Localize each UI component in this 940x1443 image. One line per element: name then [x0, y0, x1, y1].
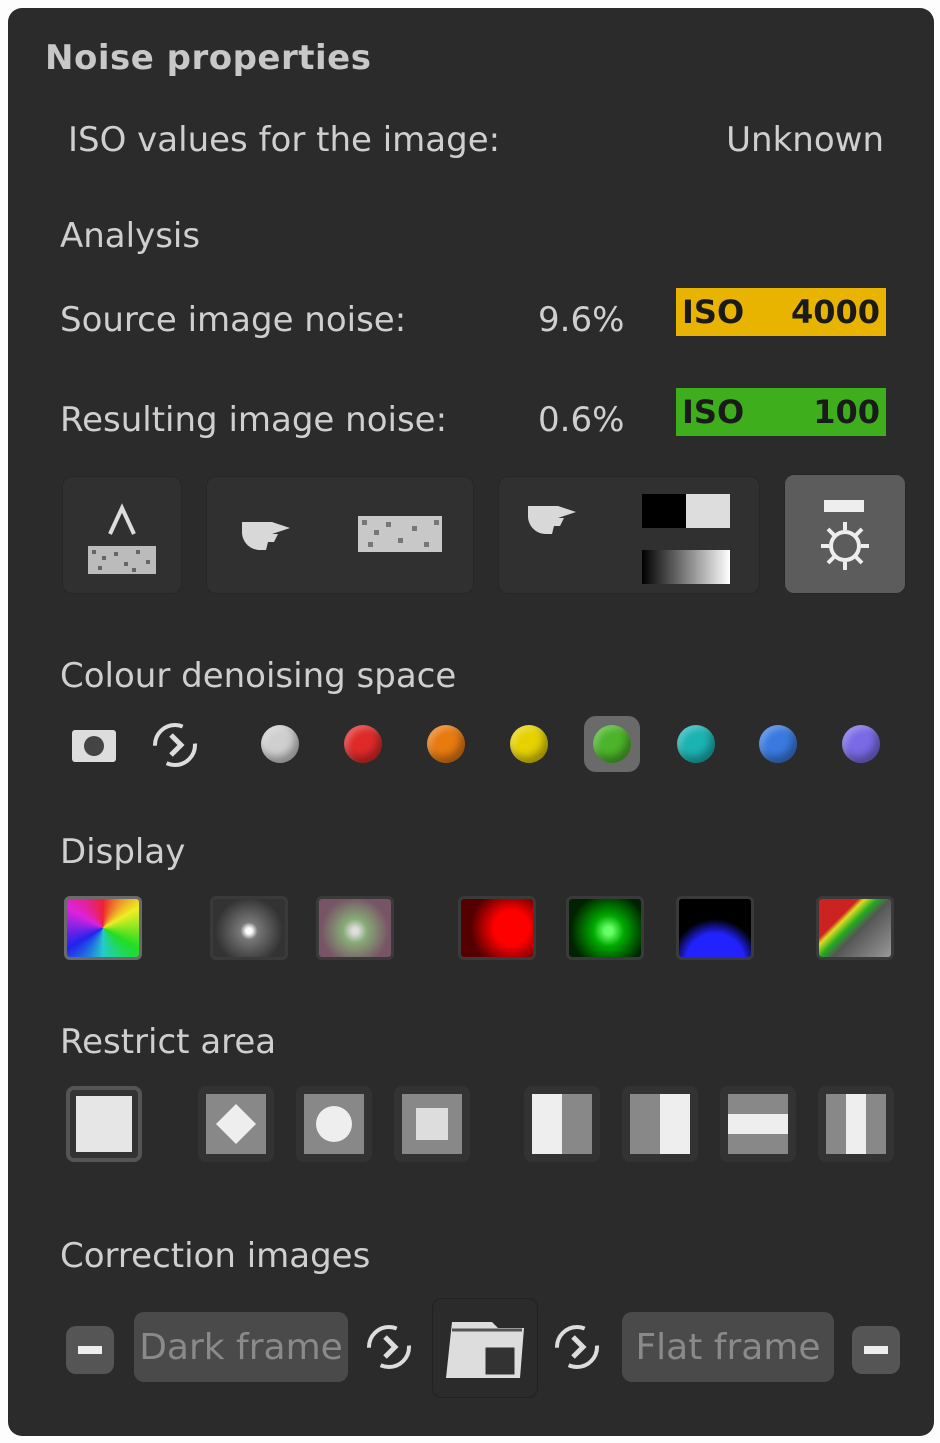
correction-images-heading: Correction images	[60, 1236, 371, 1276]
analysis-heading: Analysis	[60, 216, 201, 256]
remove-dark-frame-button[interactable]	[66, 1326, 114, 1374]
flat-frame-field[interactable]: Flat frame	[622, 1312, 834, 1382]
pick-tonal-range-icon	[528, 494, 730, 584]
pick-tonal-range-button[interactable]	[498, 476, 760, 594]
colour-space-toggle-button[interactable]	[150, 720, 200, 770]
result-iso-word: ISO	[682, 393, 745, 431]
vertical-band-icon	[826, 1094, 886, 1154]
source-iso-value: 4000	[790, 293, 880, 331]
colour-dot-swatch	[427, 725, 465, 763]
colour-dot-swatch	[344, 725, 382, 763]
square-area-icon	[402, 1094, 462, 1154]
settings-button[interactable]	[784, 474, 906, 594]
source-noise-percent: 9.6%	[538, 300, 625, 340]
pick-noise-pattern-button[interactable]	[206, 476, 474, 594]
iso-values-value: Unknown	[726, 120, 884, 160]
right-half-icon	[630, 1094, 690, 1154]
camera-icon	[72, 730, 116, 762]
left-half-icon	[532, 1094, 592, 1154]
chroma-display-button[interactable]	[316, 896, 394, 960]
full-area-button[interactable]	[66, 1086, 142, 1162]
colour-dot-6[interactable]	[668, 716, 724, 772]
colour-dot-3[interactable]	[418, 716, 474, 772]
display-heading: Display	[60, 832, 186, 872]
vertical-band-button[interactable]	[818, 1086, 894, 1162]
blue-channel-display-button[interactable]	[676, 896, 754, 960]
noise-properties-panel: Noise properties ISO values for the imag…	[8, 8, 934, 1436]
swap-arrows-icon	[153, 723, 197, 767]
middle-band-icon	[728, 1094, 788, 1154]
circle-area-icon	[304, 1094, 364, 1154]
diamond-area-button[interactable]	[198, 1086, 274, 1162]
colour-dot-swatch	[842, 725, 880, 763]
minus-icon	[864, 1346, 888, 1354]
result-iso-badge: ISO 100	[676, 388, 886, 436]
settings-gear-icon	[821, 500, 869, 570]
colour-space-heading: Colour denoising space	[60, 656, 457, 696]
panel-title: Noise properties	[45, 38, 372, 78]
auto-measure-button[interactable]	[62, 476, 182, 594]
full-area-icon	[76, 1096, 132, 1152]
colour-dot-4[interactable]	[501, 716, 557, 772]
diamond-area-icon	[206, 1094, 266, 1154]
colour-dot-swatch	[261, 725, 299, 763]
minus-icon	[78, 1346, 102, 1354]
remove-flat-frame-button[interactable]	[852, 1326, 900, 1374]
right-half-button[interactable]	[622, 1086, 698, 1162]
auto-measure-icon	[88, 503, 156, 574]
luminance-display-button[interactable]	[210, 896, 288, 960]
green-channel-display-button[interactable]	[566, 896, 644, 960]
colour-dot-swatch	[759, 725, 797, 763]
restrict-area-heading: Restrict area	[60, 1022, 277, 1062]
source-iso-badge: ISO 4000	[676, 288, 886, 336]
folder-icon	[446, 1322, 524, 1378]
middle-band-button[interactable]	[720, 1086, 796, 1162]
dark-frame-toggle-button[interactable]	[364, 1322, 414, 1372]
swap-arrows-icon	[367, 1325, 411, 1369]
camera-color-button[interactable]	[70, 724, 118, 768]
colour-dot-swatch	[677, 725, 715, 763]
left-half-button[interactable]	[524, 1086, 600, 1162]
split-view-display-button[interactable]	[816, 896, 894, 960]
iso-values-label: ISO values for the image:	[68, 120, 501, 160]
result-iso-value: 100	[813, 393, 880, 431]
colour-dot-swatch	[510, 725, 548, 763]
circle-area-button[interactable]	[296, 1086, 372, 1162]
colour-dot-8[interactable]	[833, 716, 889, 772]
source-iso-word: ISO	[682, 293, 745, 331]
flat-frame-toggle-button[interactable]	[552, 1322, 602, 1372]
swap-arrows-icon	[555, 1325, 599, 1369]
pick-noise-pattern-icon	[242, 516, 442, 552]
full-color-display-button[interactable]	[64, 896, 142, 960]
source-noise-label: Source image noise:	[60, 300, 407, 340]
colour-dot-2[interactable]	[335, 716, 391, 772]
colour-dot-1[interactable]	[252, 716, 308, 772]
square-area-button[interactable]	[394, 1086, 470, 1162]
result-noise-percent: 0.6%	[538, 400, 625, 440]
colour-dot-swatch	[593, 725, 631, 763]
result-noise-label: Resulting image noise:	[60, 400, 448, 440]
colour-dot-5[interactable]	[584, 716, 640, 772]
colour-dot-7[interactable]	[750, 716, 806, 772]
dark-frame-field[interactable]: Dark frame	[134, 1312, 348, 1382]
open-folder-button[interactable]	[432, 1298, 538, 1398]
red-channel-display-button[interactable]	[458, 896, 536, 960]
